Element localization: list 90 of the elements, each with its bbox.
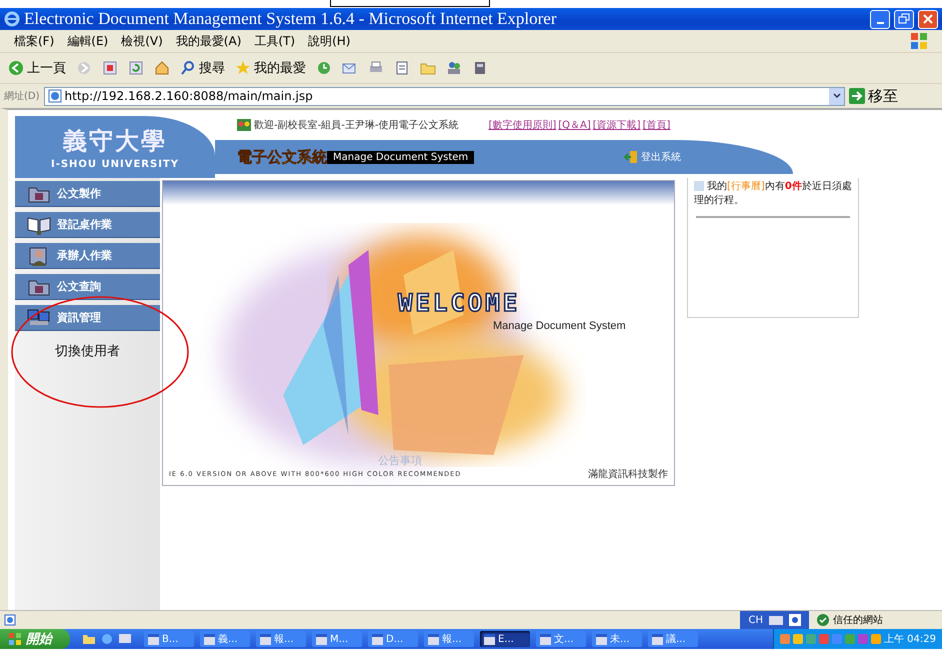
- notebook-icon[interactable]: [472, 60, 488, 76]
- window-icon: [596, 634, 607, 644]
- notice-text: 我的[行事曆]內有0件於近日須處理的行程。: [694, 180, 852, 208]
- header-link[interactable]: [首頁]: [642, 118, 670, 132]
- stop-icon[interactable]: [102, 60, 118, 76]
- restore-icon: [898, 13, 910, 25]
- window-icon: [316, 634, 327, 644]
- close-icon: [922, 13, 934, 25]
- favorites-button[interactable]: 我的最愛: [235, 59, 306, 77]
- logout-link[interactable]: 登出系統: [624, 150, 682, 164]
- language-bar[interactable]: CH: [740, 611, 809, 629]
- desktop-icon[interactable]: [118, 632, 132, 646]
- search-button[interactable]: 搜尋: [180, 59, 225, 77]
- window-icon: [148, 634, 159, 644]
- taskbar-button[interactable]: 義...: [200, 631, 250, 647]
- sidebar-item[interactable]: 公文查詢: [15, 274, 160, 300]
- page-icon: [48, 89, 62, 103]
- page-icon: [4, 614, 16, 626]
- window-icon: [428, 634, 439, 644]
- door-icon: [624, 150, 638, 164]
- sidebar-item[interactable]: 登記桌作業: [15, 212, 160, 238]
- welcome-text: 歡迎-副校長室-組員-王尹琳-使用電子公文系統: [254, 118, 458, 132]
- history-icon[interactable]: [316, 60, 332, 76]
- clock: 上午 04:29: [884, 632, 936, 646]
- credit-text: 滿龍資訊科技製作: [588, 468, 668, 481]
- go-arrow-icon: [849, 88, 865, 104]
- chevron-down-icon: [832, 93, 840, 99]
- window-icon: [204, 634, 215, 644]
- start-button[interactable]: 開始: [0, 629, 70, 649]
- back-button[interactable]: 上一頁: [8, 59, 66, 77]
- dropdown-button[interactable]: [829, 88, 844, 104]
- browser-icon[interactable]: [100, 632, 114, 646]
- university-name: 義守大學: [63, 126, 167, 156]
- window-icon: [652, 634, 663, 644]
- taskbar-button[interactable]: 文...: [536, 631, 586, 647]
- taskbar-button[interactable]: 報...: [256, 631, 306, 647]
- sidebar-item[interactable]: 公文製作: [15, 181, 160, 207]
- minimize-button[interactable]: [870, 10, 890, 28]
- window-title: Electronic Document Management System 1.6.4 - Microsoft Internet Explorer: [24, 9, 558, 29]
- window-icon: [260, 634, 271, 644]
- taskbar-button[interactable]: M...: [312, 631, 362, 647]
- menu-item[interactable]: 我的最愛(A): [176, 32, 242, 50]
- close-button[interactable]: [918, 10, 938, 28]
- address-field[interactable]: http://192.168.2.160:8088/main/main.jsp: [44, 86, 845, 106]
- welcome-subtitle: Manage Document System: [493, 320, 626, 332]
- people-icon: [237, 119, 251, 131]
- refresh-icon[interactable]: [128, 60, 144, 76]
- header-link[interactable]: [資源下載]: [592, 118, 641, 132]
- taskbar-button[interactable]: 報...: [424, 631, 474, 647]
- star-icon: [235, 60, 251, 76]
- window-icon: [372, 634, 383, 644]
- menu-item[interactable]: 檔案(F): [14, 32, 54, 50]
- taskbar-button[interactable]: E...: [480, 631, 530, 647]
- system-english-name: Manage Document System: [327, 150, 474, 164]
- forward-icon[interactable]: [76, 60, 92, 76]
- menu-item[interactable]: 工具(T): [254, 32, 296, 50]
- menu-item[interactable]: 編輯(E): [67, 32, 108, 50]
- menu-item[interactable]: 檢視(V): [121, 32, 163, 50]
- keyboard-icon: [769, 616, 783, 624]
- header-link[interactable]: [Q＆A]: [558, 118, 591, 132]
- submenu-item[interactable]: 切換使用者: [15, 336, 160, 360]
- ie-logo-icon: [4, 11, 20, 27]
- address-label: 網址(D): [4, 90, 40, 103]
- header-link[interactable]: [數字使用原則]: [488, 118, 556, 132]
- help-icon: [789, 614, 801, 626]
- search-icon: [180, 60, 196, 76]
- window-icon: [540, 634, 551, 644]
- sidebar-item[interactable]: 資訊管理: [15, 305, 160, 331]
- system-name: 電子公文系統: [237, 148, 327, 166]
- taskbar-button[interactable]: B...: [144, 631, 194, 647]
- taskbar-button[interactable]: D...: [368, 631, 418, 647]
- restore-button[interactable]: [894, 10, 914, 28]
- window-icon: [484, 634, 495, 644]
- windows-flag-icon: [8, 632, 22, 646]
- university-english-name: I-SHOU UNIVERSITY: [50, 158, 179, 170]
- sidebar-item[interactable]: 承辦人作業: [15, 243, 160, 269]
- taskbar-button[interactable]: 未...: [592, 631, 642, 647]
- windows-flag-icon: [910, 32, 928, 50]
- document-icon[interactable]: [394, 60, 410, 76]
- house-icon[interactable]: [154, 60, 170, 76]
- security-zone: 信任的網站: [833, 614, 883, 627]
- check-circle-icon: [817, 614, 829, 626]
- back-icon: [8, 60, 24, 76]
- taskbar-button[interactable]: 議...: [648, 631, 698, 647]
- minimize-icon: [876, 22, 884, 24]
- folder-icon[interactable]: [82, 632, 96, 646]
- go-button[interactable]: 移至: [849, 86, 938, 106]
- menu-item[interactable]: 說明(H): [308, 32, 350, 50]
- square-icon: [694, 181, 704, 192]
- people-icon[interactable]: [446, 60, 462, 76]
